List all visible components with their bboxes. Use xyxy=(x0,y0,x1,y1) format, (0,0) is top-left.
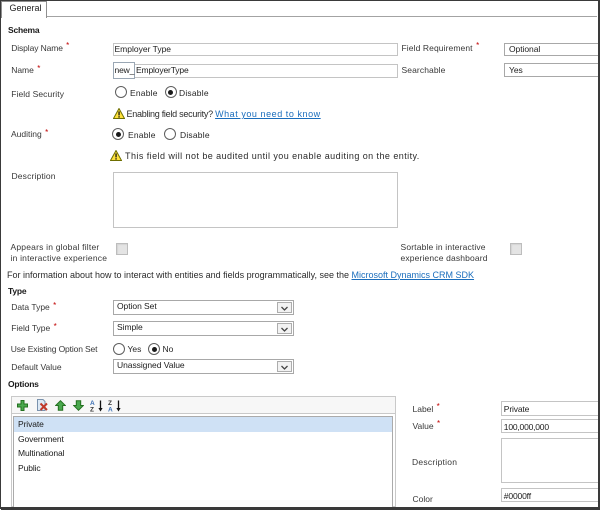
svg-text:Z: Z xyxy=(90,407,94,413)
svg-text:A: A xyxy=(108,407,113,413)
